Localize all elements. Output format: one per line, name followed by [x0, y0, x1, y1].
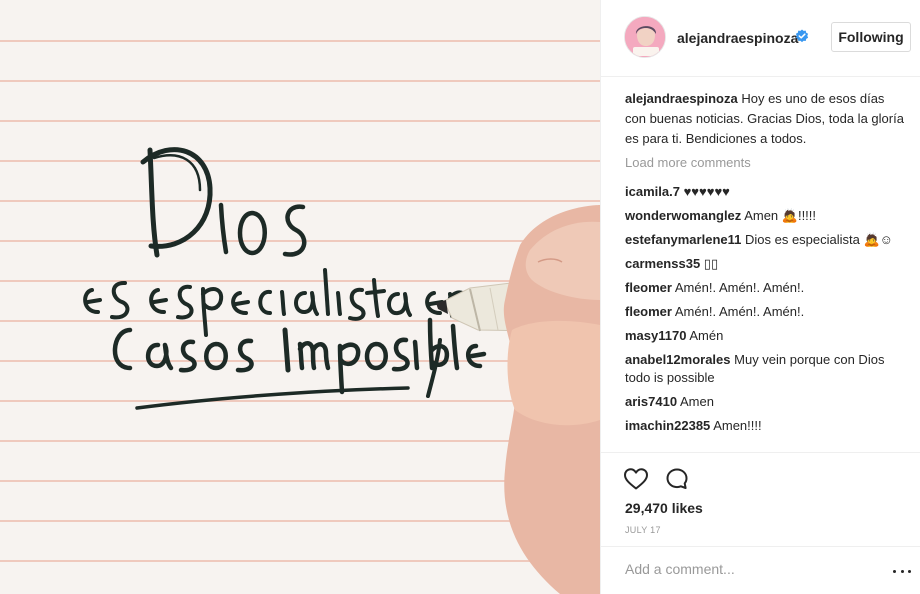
comment-username[interactable]: fleomer — [625, 304, 672, 319]
comment-item: aris7410 Amen — [625, 393, 907, 411]
caption-username[interactable]: alejandraespinoza — [625, 91, 738, 106]
load-more-comments-link[interactable]: Load more comments — [625, 153, 907, 177]
post-header: alejandraespinoza Following — [601, 0, 920, 77]
add-comment-section — [601, 546, 920, 594]
comment-text: Amén!. Amén!. Amén!. — [674, 304, 805, 319]
verified-badge-icon — [795, 29, 809, 43]
likes-count[interactable]: 29,470 likes — [625, 500, 703, 516]
comment-item: anabel12morales Muy vein porque con Dios… — [625, 351, 907, 387]
comment-text: Amen — [679, 394, 714, 409]
comment-username[interactable]: masy1170 — [625, 328, 686, 343]
post-photo[interactable] — [0, 0, 600, 594]
following-button[interactable]: Following — [831, 22, 911, 52]
comment-username[interactable]: fleomer — [625, 280, 672, 295]
comment-username[interactable]: wonderwomanglez — [625, 208, 741, 223]
comment-item: imachin22385 Amen!!!! — [625, 417, 907, 435]
instagram-post: alejandraespinoza Following alejandraesp… — [0, 0, 920, 594]
header-username[interactable]: alejandraespinoza — [677, 30, 798, 46]
comment-bubble-icon[interactable] — [665, 467, 689, 491]
dot — [908, 569, 911, 573]
comment-username[interactable]: aris7410 — [625, 394, 677, 409]
add-comment-input[interactable] — [625, 561, 875, 577]
comment-item: estefanymarlene11 Dios es especialista 🙇… — [625, 231, 907, 249]
comment-text: ▯▯ — [703, 256, 719, 271]
comment-username[interactable]: carmenss35 — [625, 256, 700, 271]
comment-item: fleomer Amén!. Amén!. Amén!. — [625, 303, 907, 321]
comment-text: Amen 🙇!!!!! — [744, 208, 817, 223]
post-date[interactable]: JULY 17 — [625, 525, 661, 535]
comment-item: wonderwomanglez Amen 🙇!!!!! — [625, 207, 907, 225]
comment-item: carmenss35 ▯▯ — [625, 255, 907, 273]
comment-item: icamila.7 ♥♥♥♥♥♥ — [625, 183, 907, 201]
avatar-image — [625, 17, 665, 57]
comment-text: Amén — [689, 328, 724, 343]
dot — [893, 569, 896, 573]
hand-graphic — [503, 205, 600, 594]
post-actions: 29,470 likes JULY 17 — [601, 452, 920, 542]
comment-username[interactable]: anabel12morales — [625, 352, 731, 367]
comment-item: masy1170 Amén — [625, 327, 907, 345]
heart-outline-icon[interactable] — [623, 467, 649, 491]
comment-username[interactable]: icamila.7 — [625, 184, 680, 199]
more-options-icon[interactable] — [893, 563, 911, 579]
caption: alejandraespinoza Hoy es uno de esos día… — [625, 89, 907, 149]
dot — [900, 569, 904, 573]
comment-item: fleomer Amén!. Amén!. Amén!. — [625, 279, 907, 297]
post-side-panel: alejandraespinoza Following alejandraesp… — [600, 0, 920, 594]
handwriting-illustration — [83, 147, 600, 594]
comment-username[interactable]: estefanymarlene11 — [625, 232, 741, 247]
comment-text: ♥♥♥♥♥♥ — [683, 184, 730, 199]
comment-text: Amen!!!! — [713, 418, 762, 433]
comment-text: Amén!. Amén!. Amén!. — [674, 280, 805, 295]
comment-text: Dios es especialista 🙇☺ — [744, 232, 893, 247]
comments-list: alejandraespinoza Hoy es uno de esos día… — [625, 89, 907, 435]
avatar[interactable] — [624, 16, 666, 58]
comment-username[interactable]: imachin22385 — [625, 418, 710, 433]
